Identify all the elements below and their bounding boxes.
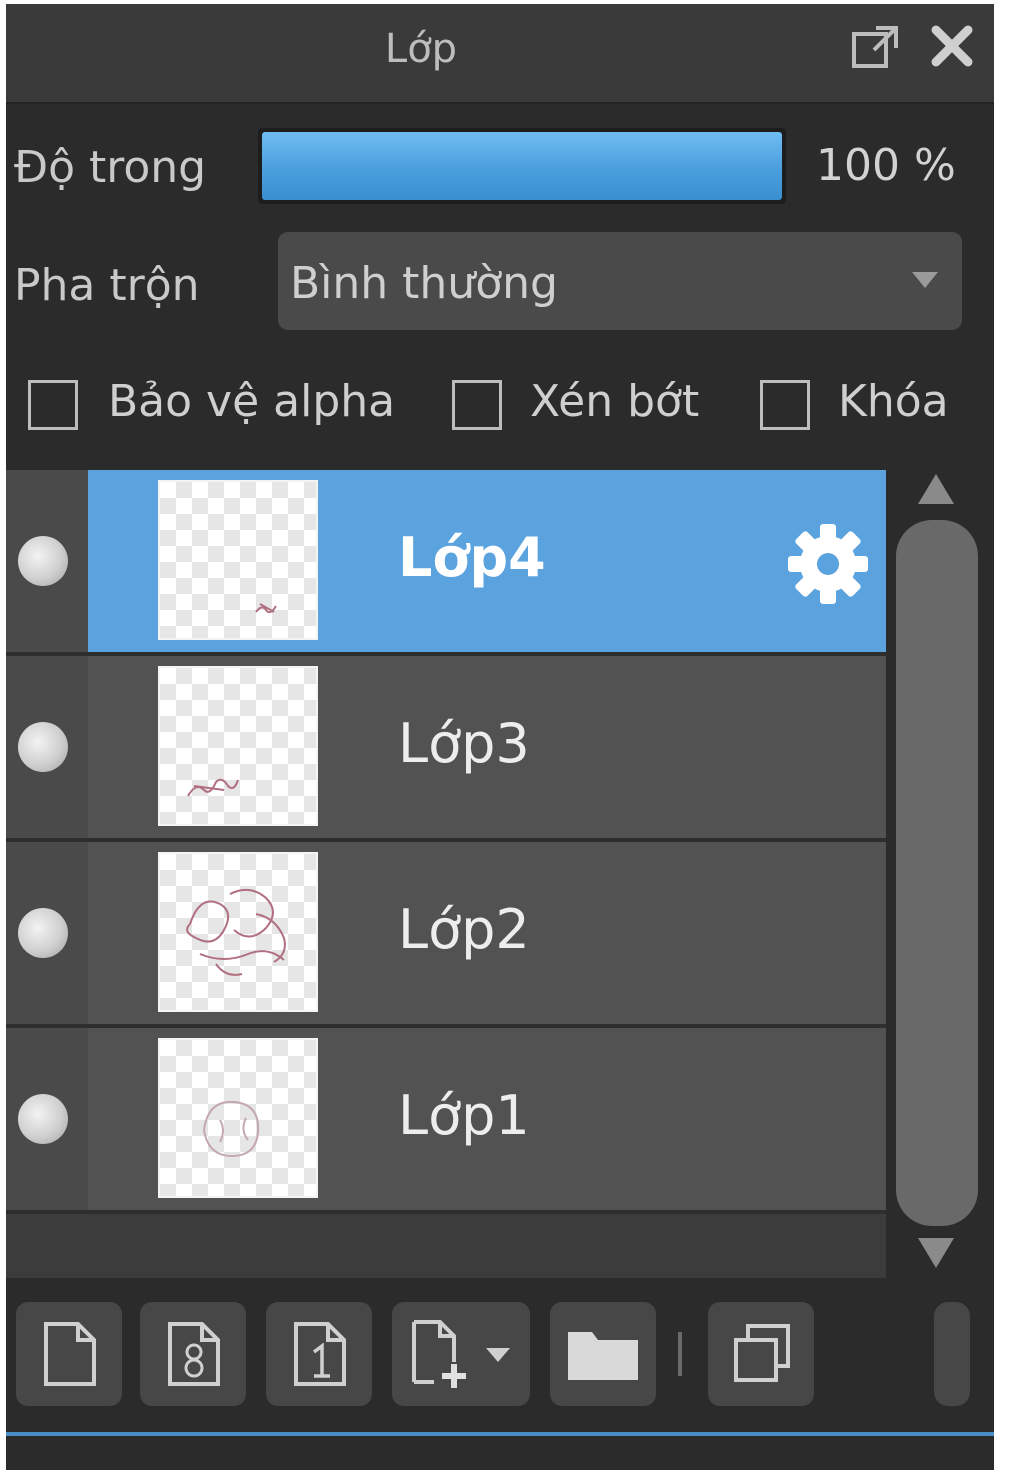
toolbar-scrollbar[interactable]	[934, 1302, 970, 1406]
scroll-up-arrow-icon[interactable]	[916, 472, 956, 510]
panel-title: Lớp	[384, 26, 458, 72]
duplicate-layer-button[interactable]	[708, 1302, 814, 1406]
blend-mode-value: Bình thường	[290, 258, 558, 309]
layer-name: Lớp1	[398, 1084, 530, 1147]
opacity-slider-fill	[262, 132, 782, 200]
new-1bit-layer-icon	[294, 1322, 346, 1386]
chevron-down-icon	[910, 270, 940, 294]
close-icon[interactable]	[928, 22, 976, 74]
duplicate-layer-icon	[734, 1324, 790, 1382]
layer-toolbar	[6, 1286, 994, 1470]
layer-thumbnail	[158, 852, 318, 1012]
opacity-slider[interactable]	[258, 128, 786, 204]
new-8bit-layer-icon	[168, 1322, 220, 1386]
visibility-toggle-icon[interactable]	[18, 536, 68, 586]
gear-icon[interactable]	[786, 522, 870, 610]
panel-bottom-border	[6, 1432, 994, 1436]
visibility-toggle-icon[interactable]	[18, 908, 68, 958]
layer-row[interactable]: Lớp4	[6, 470, 886, 656]
visibility-toggle-icon[interactable]	[18, 722, 68, 772]
scrollbar-thumb[interactable]	[896, 520, 978, 1226]
panel-header: Lớp	[6, 4, 994, 104]
layer-row[interactable]: Lớp1	[6, 1028, 886, 1214]
layer-panel: Lớp Độ trong 100 % Pha trộn Bình thường …	[6, 4, 994, 1470]
add-layer-menu-icon	[412, 1320, 510, 1388]
layer-row[interactable]: Lớp2	[6, 842, 886, 1028]
layer-name: Lớp4	[398, 526, 546, 589]
new-layer-button[interactable]	[16, 1302, 122, 1406]
new-1bit-layer-button[interactable]	[266, 1302, 372, 1406]
new-folder-button[interactable]	[550, 1302, 656, 1406]
layer-name: Lớp2	[398, 898, 530, 961]
lock-label: Khóa	[838, 376, 949, 427]
toolbar-divider	[678, 1332, 682, 1376]
folder-icon	[568, 1332, 638, 1380]
blend-mode-select[interactable]: Bình thường	[278, 232, 962, 330]
lock-checkbox[interactable]	[760, 380, 810, 430]
layer-list: Lớp4 Lớp3 Lớp2 Lớp1	[6, 470, 886, 1278]
visibility-column	[6, 656, 88, 838]
layer-thumbnail	[158, 1038, 318, 1198]
visibility-toggle-icon[interactable]	[18, 1094, 68, 1144]
popout-icon[interactable]	[850, 22, 902, 78]
visibility-column	[6, 470, 88, 652]
new-8bit-layer-button[interactable]	[140, 1302, 246, 1406]
clipping-label: Xén bớt	[530, 376, 700, 427]
opacity-label: Độ trong	[14, 142, 207, 193]
blend-label: Pha trộn	[14, 260, 200, 311]
visibility-column	[6, 842, 88, 1024]
new-layer-icon	[44, 1322, 96, 1386]
layer-name: Lớp3	[398, 712, 530, 775]
layer-row[interactable]: Lớp3	[6, 656, 886, 842]
protect-alpha-label: Bảo vệ alpha	[108, 376, 396, 427]
opacity-value: 100 %	[816, 140, 956, 191]
layer-thumbnail	[158, 666, 318, 826]
protect-alpha-checkbox[interactable]	[28, 380, 78, 430]
layer-list-scrollbar[interactable]	[886, 470, 994, 1286]
scroll-down-arrow-icon[interactable]	[916, 1236, 956, 1274]
clipping-checkbox[interactable]	[452, 380, 502, 430]
layer-thumbnail	[158, 480, 318, 640]
visibility-column	[6, 1028, 88, 1210]
add-layer-menu-button[interactable]	[392, 1302, 530, 1406]
